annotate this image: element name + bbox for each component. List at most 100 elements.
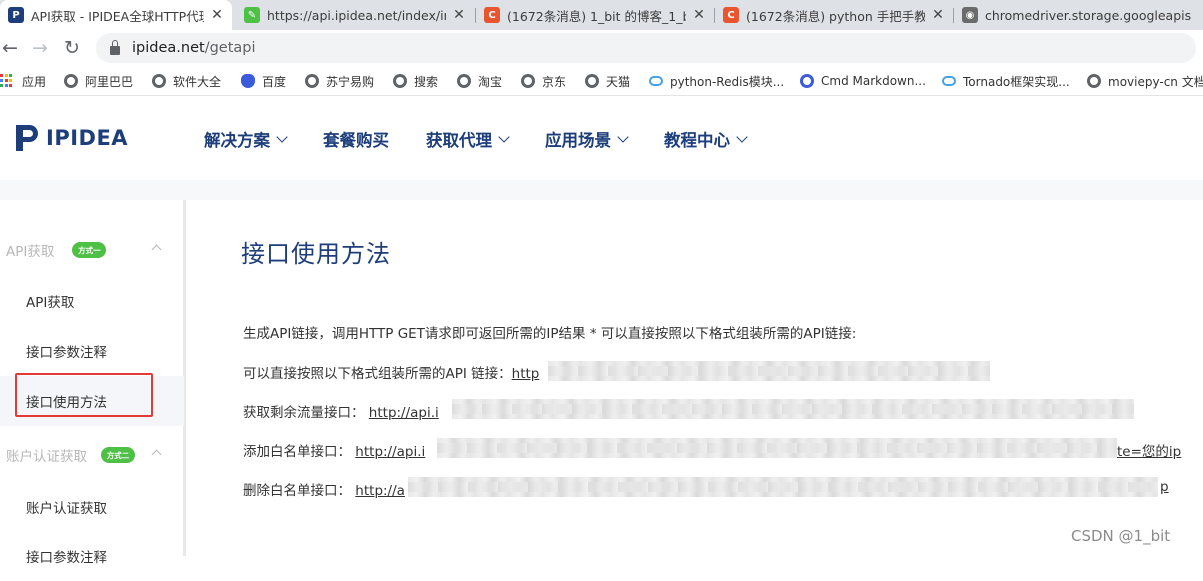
sidebar-item-label: 接口参数注释 (26, 345, 107, 361)
browser-tab-csdn-blog[interactable]: C (1672条消息) 1_bit 的博客_1_bit ✕ (476, 0, 714, 30)
bookmark-label: 百度 (262, 74, 287, 89)
site-header: IPIDEA 解决方案 套餐购买 获取代理 应用场景 教程中心 (0, 97, 1203, 180)
forward-arrow-icon[interactable]: → (28, 36, 52, 60)
bookmark-software[interactable]: 软件大全 (152, 72, 221, 90)
sidebar-item-label: 接口参数注释 (26, 550, 107, 566)
csdn-favicon-icon: C (484, 7, 500, 23)
bookmark-label: python-Redis模块... (670, 74, 785, 89)
bookmark-label: 淘宝 (478, 74, 503, 89)
nav-use-cases[interactable]: 应用场景 (545, 127, 629, 151)
ipidea-favicon-icon: P (8, 7, 24, 23)
sidebar-item-params[interactable]: 接口参数注释 (0, 326, 184, 376)
cloud-icon (649, 76, 663, 86)
redacted-url (437, 438, 1117, 458)
bookmark-moviepy[interactable]: moviepy-cn 文档 (1087, 72, 1203, 90)
sidebar-item-account-get[interactable]: 账户认证获取 (0, 482, 184, 532)
sidebar-item-label: 账户认证获取 (26, 501, 107, 517)
line-label: 删除白名单接口： (243, 483, 351, 499)
bookmark-tmall[interactable]: 天猫 (585, 72, 630, 90)
bookmark-tornado[interactable]: Tornado框架实现... (942, 72, 1070, 90)
edit-favicon-icon: ✎ (244, 7, 260, 23)
lock-icon (110, 39, 120, 55)
globe-icon (152, 74, 166, 88)
bookmark-label: 搜索 (414, 74, 439, 89)
ipidea-logo[interactable]: IPIDEA (16, 124, 128, 152)
reload-icon[interactable]: ↻ (60, 36, 84, 60)
back-arrow-icon[interactable]: ← (0, 36, 22, 60)
bookmark-label: moviepy-cn 文档 (1108, 74, 1203, 89)
close-tab-icon[interactable]: ✕ (452, 7, 466, 23)
bookmark-cmd-markdown[interactable]: Cmd Markdown... (800, 72, 926, 90)
browser-tab-csdn-python[interactable]: C (1672条消息) python 手把手教你 ✕ (715, 0, 953, 30)
edit-icon (800, 74, 814, 88)
chevron-down-icon (736, 131, 748, 143)
chevron-up-icon (151, 449, 162, 460)
sidebar-item-api-get[interactable]: API获取 (0, 276, 184, 326)
sidebar-item-label: API获取 (26, 295, 75, 311)
bookmark-label: 阿里巴巴 (85, 74, 134, 89)
bookmark-python-redis[interactable]: python-Redis模块... (649, 72, 784, 90)
tab-title: https://api.ipidea.net/index/index (267, 7, 446, 23)
chevron-down-icon (498, 131, 510, 143)
remaining-traffic-link[interactable]: http://api.i (369, 405, 439, 421)
whitelist-delete-line: 删除白名单接口： http://a (243, 479, 405, 499)
remaining-traffic-line: 获取剩余流量接口： http://api.i (243, 401, 439, 421)
group-label: API获取 (6, 244, 55, 260)
sidebar-group-account[interactable]: 账户认证获取 方式二 (0, 430, 184, 480)
cloud-icon (942, 76, 956, 86)
whitelist-add-link[interactable]: http://api.i (355, 444, 425, 460)
api-format-line: 可以直接按照以下格式组装所需的API 链接：http (243, 362, 539, 382)
chevron-up-icon (151, 244, 162, 255)
logo-text: IPIDEA (46, 126, 129, 150)
nav-packages[interactable]: 套餐购买 (323, 127, 389, 151)
bookmark-taobao[interactable]: 淘宝 (457, 72, 502, 90)
tab-title: chromedriver.storage.googleapis (985, 7, 1192, 23)
bookmark-apps[interactable]: 应用 (0, 72, 46, 90)
line-label: 添加白名单接口： (243, 444, 351, 460)
close-tab-icon[interactable]: ✕ (931, 7, 945, 23)
close-tab-icon[interactable]: ✕ (210, 7, 224, 23)
whitelist-delete-link-tail[interactable]: p (1160, 479, 1169, 495)
browser-tab-bar: P API获取 - IPIDEA全球HTTP代理 ✕ ✎ https://api… (0, 0, 1203, 30)
bookmark-search[interactable]: 搜索 (393, 72, 438, 90)
method-badge: 方式二 (101, 443, 139, 463)
red-highlight-box (15, 373, 153, 417)
globe-icon (64, 74, 78, 88)
browser-tab-api[interactable]: ✎ https://api.ipidea.net/index/index ✕ (236, 0, 474, 30)
globe-icon (1087, 74, 1101, 88)
browser-tab-chromedriver[interactable]: ◉ chromedriver.storage.googleapis (954, 0, 1203, 30)
redacted-url (408, 477, 1158, 497)
close-tab-icon[interactable]: ✕ (692, 7, 706, 23)
globe-icon (457, 74, 471, 88)
bookmark-jd[interactable]: 京东 (521, 72, 566, 90)
bookmark-label: 应用 (22, 74, 47, 89)
bookmark-label: 天猫 (606, 74, 631, 89)
group-label: 账户认证获取 (6, 449, 87, 465)
sidebar-group-api[interactable]: API获取 方式一 (0, 225, 184, 275)
nav-get-proxy[interactable]: 获取代理 (426, 127, 510, 151)
nav-label: 获取代理 (426, 131, 492, 150)
nav-tutorials[interactable]: 教程中心 (664, 127, 748, 151)
csdn-favicon-icon: C (723, 7, 739, 23)
bookmark-label: 京东 (542, 74, 567, 89)
method-badge: 方式一 (72, 238, 111, 258)
sidebar-item-params-2[interactable]: 接口参数注释 (0, 531, 184, 581)
browser-tab-ipidea[interactable]: P API获取 - IPIDEA全球HTTP代理 ✕ (0, 0, 232, 30)
bookmark-label: Tornado框架实现... (963, 74, 1070, 89)
nav-label: 解决方案 (204, 131, 270, 150)
header-divider (0, 180, 1203, 200)
bookmark-baidu[interactable]: 百度 (241, 72, 286, 90)
whitelist-delete-link[interactable]: http://a (355, 483, 405, 499)
address-bar[interactable]: ipidea.net/getapi (96, 33, 1196, 63)
chevron-down-icon (276, 131, 288, 143)
api-format-link[interactable]: http (512, 366, 540, 382)
bookmark-alibaba[interactable]: 阿里巴巴 (64, 72, 133, 90)
line-label: 可以直接按照以下格式组装所需的API 链接： (243, 366, 512, 382)
whitelist-add-link-tail[interactable]: te=您的ip (1117, 440, 1181, 460)
nav-solutions[interactable]: 解决方案 (204, 127, 288, 151)
line-label: 获取剩余流量接口： (243, 405, 365, 421)
nav-label: 应用场景 (545, 131, 611, 150)
tab-title: (1672条消息) python 手把手教你 (746, 8, 925, 24)
main-navigation: 解决方案 套餐购买 获取代理 应用场景 教程中心 (204, 127, 783, 151)
bookmark-suning[interactable]: 苏宁易购 (305, 72, 374, 90)
